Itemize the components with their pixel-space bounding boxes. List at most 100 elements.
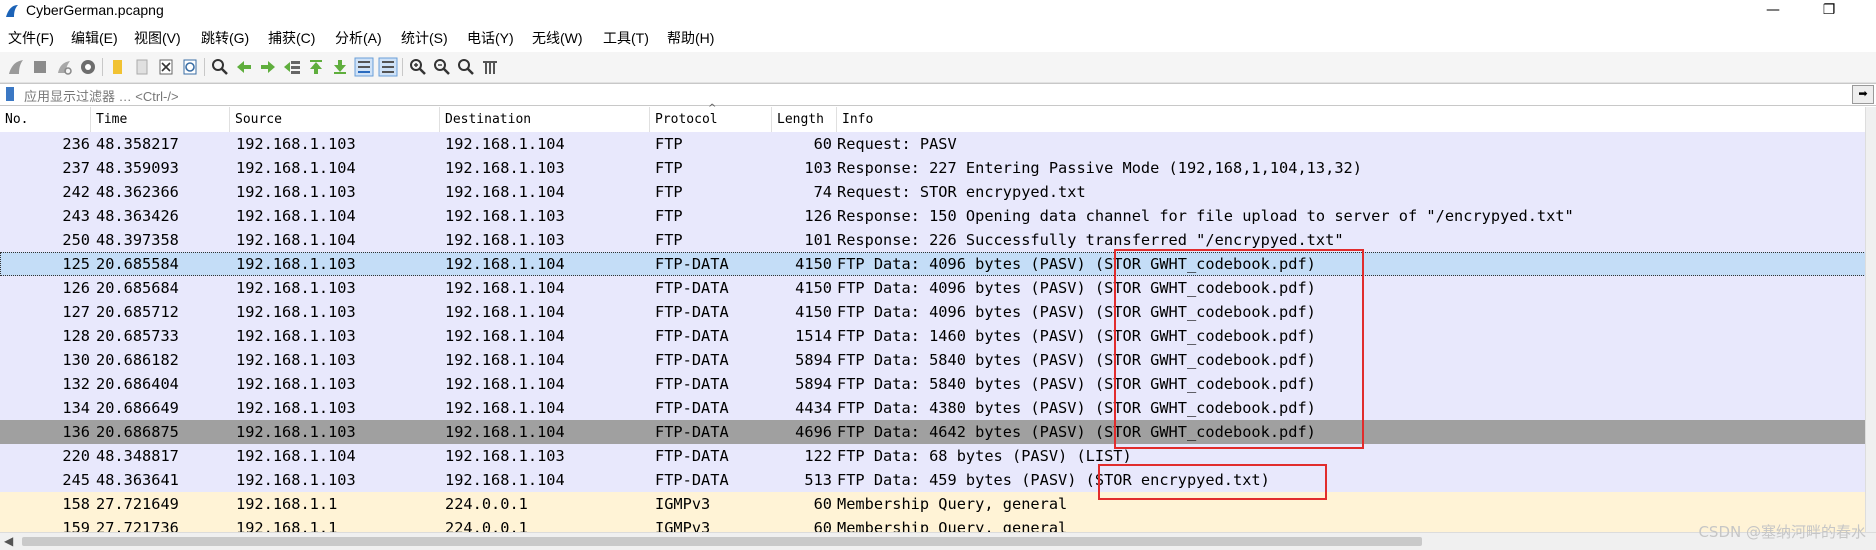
packet-source: 192.168.1.104 <box>236 231 356 249</box>
packet-info: Response: 227 Entering Passive Mode (192… <box>837 159 1362 177</box>
title-bar: CyberGerman.pcapng — ❐ <box>0 0 1876 22</box>
sort-ascending-icon: ^ <box>708 103 717 114</box>
packet-destination: 192.168.1.104 <box>445 375 565 393</box>
packet-info: Response: 150 Opening data channel for f… <box>837 207 1574 225</box>
go-to-packet-icon[interactable] <box>282 57 302 77</box>
maximize-button[interactable]: ❐ <box>1806 0 1852 22</box>
column-time[interactable]: Time <box>91 107 230 132</box>
packet-row[interactable]: 245 48.363641 192.168.1.103 192.168.1.104 FT… <box>0 468 1866 492</box>
packet-protocol: FTP-DATA <box>655 399 729 417</box>
menu-telephony[interactable]: 电话(Y) <box>467 28 514 48</box>
packet-row[interactable]: 130 20.686182 192.168.1.103 192.168.1.104 FT… <box>0 348 1866 372</box>
menu-wireless[interactable]: 无线(W) <box>532 28 583 48</box>
packet-destination: 192.168.1.103 <box>445 207 565 225</box>
menu-help[interactable]: 帮助(H) <box>667 28 714 48</box>
packet-row[interactable]: 220 48.348817 192.168.1.104 192.168.1.103 FT… <box>0 444 1866 468</box>
packet-length: 122 <box>804 447 832 465</box>
shark-fin-start-icon[interactable] <box>6 57 26 77</box>
packet-source: 192.168.1.103 <box>236 135 356 153</box>
packet-row[interactable]: 125 20.685584 192.168.1.103 192.168.1.104 FT… <box>0 252 1866 276</box>
packet-source: 192.168.1.103 <box>236 351 356 369</box>
zoom-out-icon[interactable] <box>432 57 452 77</box>
zoom-normal-icon[interactable] <box>456 57 476 77</box>
first-packet-icon[interactable] <box>306 57 326 77</box>
packet-row[interactable]: 134 20.686649 192.168.1.103 192.168.1.104 FT… <box>0 396 1866 420</box>
packet-source: 192.168.1.104 <box>236 159 356 177</box>
watermark: CSDN @塞纳河畔的春水 <box>1698 523 1866 541</box>
packet-protocol: IGMPv3 <box>655 495 711 513</box>
column-info[interactable]: Info <box>837 107 1866 132</box>
open-folder-icon[interactable] <box>108 57 128 77</box>
forward-arrow-icon[interactable] <box>258 57 278 77</box>
packet-destination: 192.168.1.103 <box>445 447 565 465</box>
options-gear-icon[interactable] <box>78 57 98 77</box>
packet-protocol: FTP <box>655 207 683 225</box>
menu-analyze[interactable]: 分析(A) <box>335 28 382 48</box>
file-icon[interactable] <box>132 57 152 77</box>
display-filter-input[interactable]: 应用显示过滤器 … <Ctrl-/> <box>24 86 179 105</box>
colorize-icon[interactable] <box>378 57 398 77</box>
menu-capture[interactable]: 捕获(C) <box>268 28 315 48</box>
autoscroll-icon[interactable] <box>354 57 374 77</box>
packet-number: 158 <box>62 495 90 513</box>
scrollbar-thumb[interactable] <box>22 537 1422 546</box>
minimize-button[interactable]: — <box>1750 0 1796 22</box>
column-destination[interactable]: Destination <box>440 107 650 132</box>
display-filter-bar[interactable]: 应用显示过滤器 … <Ctrl-/> ➡ <box>0 83 1876 106</box>
packet-protocol: FTP-DATA <box>655 375 729 393</box>
restart-icon[interactable] <box>54 57 74 77</box>
packet-destination: 192.168.1.104 <box>445 303 565 321</box>
packet-time: 48.358217 <box>96 135 179 153</box>
packet-row[interactable]: 132 20.686404 192.168.1.103 192.168.1.104 FT… <box>0 372 1866 396</box>
packet-time: 48.363426 <box>96 207 179 225</box>
zoom-in-icon[interactable] <box>408 57 428 77</box>
last-packet-icon[interactable] <box>330 57 350 77</box>
close-file-icon[interactable] <box>156 57 176 77</box>
packet-row[interactable]: 158 27.721649 192.168.1.1 224.0.0.1 IGMPv3 60… <box>0 492 1866 516</box>
packet-info: Request: STOR encrypyed.txt <box>837 183 1086 201</box>
horizontal-scrollbar[interactable]: ◀ <box>0 532 1876 550</box>
packet-row[interactable]: 236 48.358217 192.168.1.103 192.168.1.104 FT… <box>0 132 1866 156</box>
main-toolbar <box>0 52 1876 83</box>
column-length[interactable]: Length <box>772 107 837 132</box>
packet-info: FTP Data: 68 bytes (PASV) (LIST) <box>837 447 1132 465</box>
column-no[interactable]: No. <box>0 107 91 132</box>
menu-go[interactable]: 跳转(G) <box>201 28 249 48</box>
packet-number: 243 <box>62 207 90 225</box>
packet-row[interactable]: 242 48.362366 192.168.1.103 192.168.1.104 FT… <box>0 180 1866 204</box>
packet-row[interactable]: 126 20.685684 192.168.1.103 192.168.1.104 FT… <box>0 276 1866 300</box>
stop-icon[interactable] <box>30 57 50 77</box>
packet-number: 220 <box>62 447 90 465</box>
bookmark-icon[interactable] <box>6 87 14 101</box>
resize-columns-icon[interactable] <box>480 57 500 77</box>
column-source[interactable]: Source <box>230 107 440 132</box>
menu-edit[interactable]: 编辑(E) <box>71 28 118 48</box>
packet-time: 48.363641 <box>96 471 179 489</box>
packet-row[interactable]: 136 20.686875 192.168.1.103 192.168.1.104 FT… <box>0 420 1866 444</box>
packet-destination: 192.168.1.103 <box>445 231 565 249</box>
packet-row[interactable]: 250 48.397358 192.168.1.104 192.168.1.103 FT… <box>0 228 1866 252</box>
packet-row[interactable]: 237 48.359093 192.168.1.104 192.168.1.103 FT… <box>0 156 1866 180</box>
reload-icon[interactable] <box>180 57 200 77</box>
find-icon[interactable] <box>210 57 230 77</box>
menu-tools[interactable]: 工具(T) <box>603 28 649 48</box>
scroll-left-icon[interactable]: ◀ <box>4 534 13 548</box>
packet-destination: 192.168.1.104 <box>445 327 565 345</box>
packet-time: 48.359093 <box>96 159 179 177</box>
packet-destination: 192.168.1.104 <box>445 279 565 297</box>
packet-length: 4434 <box>795 399 832 417</box>
menu-view[interactable]: 视图(V) <box>134 28 181 48</box>
menu-statistics[interactable]: 统计(S) <box>401 28 448 48</box>
packet-protocol: FTP <box>655 135 683 153</box>
menu-file[interactable]: 文件(F) <box>8 28 54 48</box>
packet-source: 192.168.1.103 <box>236 303 356 321</box>
vertical-scrollbar[interactable] <box>1865 107 1876 532</box>
packet-number: 130 <box>62 351 90 369</box>
packet-row[interactable]: 128 20.685733 192.168.1.103 192.168.1.104 FT… <box>0 324 1866 348</box>
packet-row[interactable]: 243 48.363426 192.168.1.104 192.168.1.103 FT… <box>0 204 1866 228</box>
packet-destination: 224.0.0.1 <box>445 495 528 513</box>
packet-row[interactable]: 127 20.685712 192.168.1.103 192.168.1.104 FT… <box>0 300 1866 324</box>
apply-filter-arrow-icon[interactable]: ➡ <box>1852 85 1874 104</box>
back-arrow-icon[interactable] <box>234 57 254 77</box>
packet-length: 60 <box>813 135 832 153</box>
